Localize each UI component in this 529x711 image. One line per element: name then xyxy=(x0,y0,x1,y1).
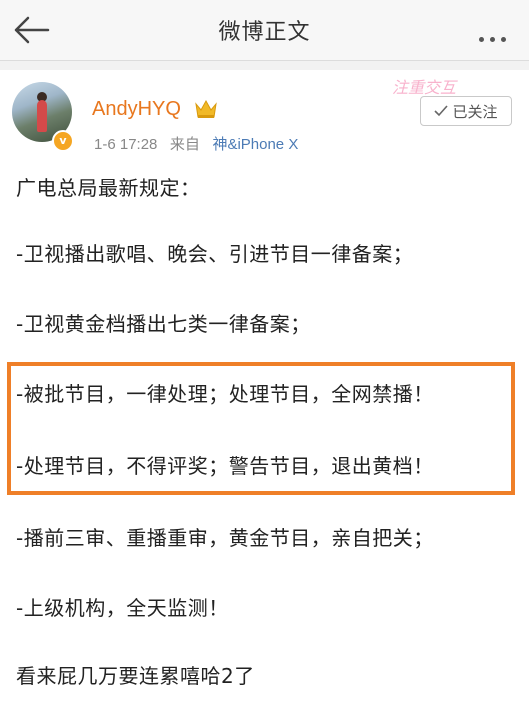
follow-button-label: 已关注 xyxy=(452,102,498,121)
post-text-line: 看来屁几万要连累嘻哈2了 xyxy=(16,664,255,688)
more-options-icon[interactable] xyxy=(479,27,515,42)
post-text-line: -卫视黄金档播出七类一律备案； xyxy=(16,312,311,336)
post-source-link[interactable]: 神&iPhone X xyxy=(212,136,298,153)
post-meta: 1-6 17:28 来自 神&iPhone X xyxy=(94,133,298,154)
top-navigation-bar: 微博正文 xyxy=(0,0,529,61)
post-timestamp: 1-6 17:28 xyxy=(94,136,158,153)
highlight-box xyxy=(7,362,515,495)
author-name[interactable]: AndyHYQ xyxy=(92,98,181,121)
verified-badge-icon: v xyxy=(52,130,74,152)
follow-button[interactable]: 已关注 xyxy=(420,96,512,126)
vip-crown-icon xyxy=(195,99,217,118)
post-text-line: -卫视播出歌唱、晚会、引进节目一律备案； xyxy=(16,242,414,266)
page-title: 微博正文 xyxy=(218,20,311,45)
post-text-line: -上级机构，全天监测！ xyxy=(16,596,229,620)
source-prefix: 来自 xyxy=(169,136,200,153)
post-text-line: -播前三审、重播重审，黄金节目，亲自把关； xyxy=(16,526,434,550)
watermark: 注重交互 xyxy=(392,78,457,97)
checkmark-icon xyxy=(434,105,449,117)
post-text-line: 广电总局最新规定： xyxy=(16,176,201,200)
